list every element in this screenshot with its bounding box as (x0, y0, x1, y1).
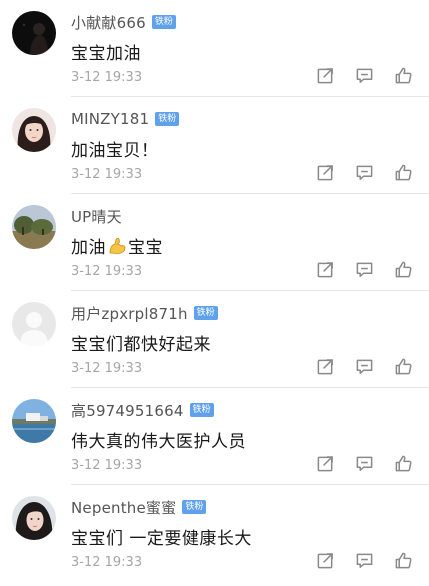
fan-badge: 铁粉 (182, 500, 207, 514)
comment-text: 宝宝们 一定要健康长大 (71, 529, 252, 549)
comment-icon[interactable] (355, 357, 374, 376)
comment-icon[interactable] (355, 66, 374, 85)
repost-icon[interactable] (316, 260, 335, 279)
dark-silhouette-avatar[interactable] (12, 11, 56, 55)
comment-text: 加油 宝宝 (71, 233, 163, 258)
repost-icon[interactable] (316, 454, 335, 473)
comment-item[interactable]: Nepenthe蜜蜜 铁粉 宝宝们 一定要健康长大 3-12 19:33 (0, 485, 429, 582)
girl-portrait-avatar[interactable] (12, 108, 56, 152)
like-icon[interactable] (394, 163, 413, 182)
like-icon[interactable] (394, 551, 413, 570)
flexed-biceps-emoji (107, 236, 127, 256)
default-person-avatar[interactable] (12, 302, 56, 346)
seaside-scenery-avatar[interactable] (12, 399, 56, 443)
like-icon[interactable] (394, 260, 413, 279)
repost-icon[interactable] (316, 163, 335, 182)
comment-item[interactable]: 用户zpxrpl871h 铁粉 宝宝们都快好起来 3-12 19:33 (0, 291, 429, 388)
comment-item[interactable]: MINZY181 铁粉 加油宝贝！ 3-12 19:33 (0, 97, 429, 194)
comment-icon[interactable] (355, 454, 374, 473)
username[interactable]: 高5974951664 (71, 400, 184, 421)
timestamp: 3-12 19:33 (71, 69, 143, 85)
repost-icon[interactable] (316, 551, 335, 570)
like-icon[interactable] (394, 66, 413, 85)
fan-badge: 铁粉 (151, 15, 176, 29)
fan-badge: 铁粉 (155, 112, 180, 126)
comment-text: 宝宝们都快好起来 (71, 335, 211, 355)
username[interactable]: 用户zpxrpl871h (71, 303, 188, 324)
like-icon[interactable] (394, 357, 413, 376)
comment-icon[interactable] (355, 551, 374, 570)
comment-item[interactable]: 高5974951664 铁粉 伟大真的伟大医护人员 3-12 19:33 (0, 388, 429, 485)
comment-text: 加油宝贝！ (71, 141, 159, 161)
comment-text: 宝宝加油 (71, 44, 141, 64)
timestamp: 3-12 19:33 (71, 457, 143, 473)
timestamp: 3-12 19:33 (71, 166, 143, 182)
comment-text-before: 加油 (71, 238, 106, 258)
comment-text-after: 宝宝 (128, 238, 163, 258)
timestamp: 3-12 19:33 (71, 360, 143, 376)
username[interactable]: UP晴天 (71, 206, 122, 227)
comment-text: 伟大真的伟大医护人员 (71, 432, 246, 452)
comment-item[interactable]: UP晴天 加油 宝宝 3-12 19:33 (0, 194, 429, 291)
comment-icon[interactable] (355, 260, 374, 279)
fan-badge: 铁粉 (193, 306, 218, 320)
username[interactable]: Nepenthe蜜蜜 (71, 497, 176, 518)
comment-item[interactable]: 小献献666 铁粉 宝宝加油 3-12 19:33 (0, 0, 429, 97)
username[interactable]: MINZY181 (71, 110, 149, 128)
repost-icon[interactable] (316, 357, 335, 376)
timestamp: 3-12 19:33 (71, 554, 143, 570)
girl-portrait-avatar[interactable] (12, 496, 56, 540)
fan-badge: 铁粉 (189, 403, 214, 417)
repost-icon[interactable] (316, 66, 335, 85)
comment-list: 小献献666 铁粉 宝宝加油 3-12 19:33 MINZY181 铁粉 加油… (0, 0, 429, 586)
like-icon[interactable] (394, 454, 413, 473)
comment-icon[interactable] (355, 163, 374, 182)
timestamp: 3-12 19:33 (71, 263, 143, 279)
landscape-trees-avatar[interactable] (12, 205, 56, 249)
username[interactable]: 小献献666 (71, 12, 146, 33)
